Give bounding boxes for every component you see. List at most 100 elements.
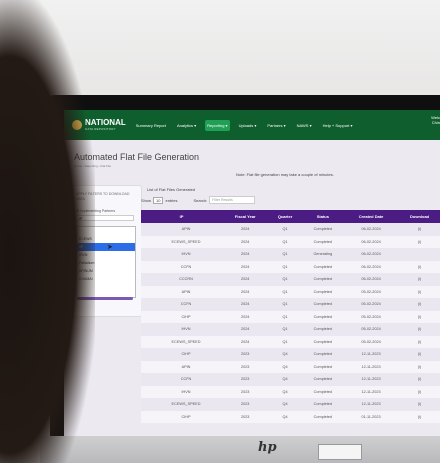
table-header-row: IP Fiscal Year Quarter Status Created Da… xyxy=(141,210,440,223)
table-controls: Show 10 entries Search: Filter Results xyxy=(141,196,256,204)
col-download[interactable]: Download xyxy=(398,210,440,223)
table-cell: IHVN xyxy=(141,323,223,336)
table-cell: 12-11-2023 xyxy=(343,373,399,386)
nav-naws[interactable]: NAWS ▾ xyxy=(295,120,314,131)
monitor-chin xyxy=(40,436,440,463)
table-cell: Completed xyxy=(301,348,344,361)
table-cell: Completed xyxy=(301,323,344,336)
mouse-cursor-icon: ➤ xyxy=(107,244,113,251)
download-link[interactable]: (i) xyxy=(398,398,440,411)
user-greeting[interactable]: Welc Chin xyxy=(431,115,440,125)
col-created-date[interactable]: Created Date xyxy=(343,210,399,223)
table-cell: Completed xyxy=(301,285,344,298)
table-row: IHVN 2024 Q1 Generating 06-02-2024 xyxy=(141,248,440,261)
download-link[interactable]: (i) xyxy=(398,310,440,323)
download-link[interactable]: (i) xyxy=(398,273,440,286)
show-label: Show xyxy=(141,197,152,203)
col-quarter[interactable]: Quarter xyxy=(268,210,302,223)
download-link[interactable]: (i) xyxy=(398,335,440,348)
download-link[interactable]: (i) xyxy=(398,385,440,398)
list-title: List of Flat Files Generated xyxy=(147,187,196,192)
table-cell: Completed xyxy=(301,410,344,423)
table-cell: CCFN xyxy=(141,373,223,386)
table-cell: 2024 xyxy=(222,260,269,273)
table-cell: 06-02-2024 xyxy=(343,273,399,286)
table-cell: 12-11-2023 xyxy=(343,360,399,373)
table-cell: ECEWS_SPEED xyxy=(141,335,223,348)
table-cell: 05-02-2024 xyxy=(343,310,399,323)
nav-partners[interactable]: Partners ▾ xyxy=(265,120,287,131)
col-status[interactable]: Status xyxy=(301,210,344,223)
download-link[interactable]: (i) xyxy=(398,235,440,248)
download-link[interactable]: (i) xyxy=(398,298,440,311)
download-link[interactable]: (i) xyxy=(398,360,440,373)
table-cell: Q1 xyxy=(268,273,302,286)
table-cell: Completed xyxy=(301,235,344,248)
table-row: APIN 2024 Q1 Completed 06-02-2024 (i) xyxy=(141,223,440,236)
table-row: CIHP 2023 Q4 Completed 01-11-2023 (i) xyxy=(141,410,440,423)
table-cell: Completed xyxy=(301,273,344,286)
search-input[interactable]: Filter Results xyxy=(209,196,256,204)
col-ip[interactable]: IP xyxy=(141,210,223,223)
table-cell: Generating xyxy=(301,248,344,261)
table-cell: Completed xyxy=(301,260,344,273)
table-cell: 2023 xyxy=(222,360,269,373)
download-link[interactable]: (i) xyxy=(398,410,440,423)
table-cell: 2024 xyxy=(222,335,269,348)
table-cell: Completed xyxy=(301,310,344,323)
table-cell: ECEWS_SPEED xyxy=(141,235,223,248)
download-link[interactable]: (i) xyxy=(398,323,440,336)
table-cell: 2023 xyxy=(222,348,269,361)
table-cell: IHVN xyxy=(141,385,223,398)
table-cell: Q4 xyxy=(268,398,302,411)
table-cell: APIN xyxy=(141,360,223,373)
download-link[interactable]: (i) xyxy=(398,285,440,298)
table-cell: 2024 xyxy=(222,298,269,311)
table-cell: Q1 xyxy=(268,310,302,323)
main-nav: Summary Report Analytics ▾ Reporting ▾ U… xyxy=(134,119,355,131)
table-cell: Completed xyxy=(301,223,344,236)
table-cell: 05-02-2024 xyxy=(343,298,399,311)
nav-summary-report[interactable]: Summary Report xyxy=(134,120,168,131)
table-cell: 06-02-2024 xyxy=(343,223,399,236)
nav-help-support[interactable]: Help + Support ▾ xyxy=(321,120,355,131)
table-cell: 06-02-2024 xyxy=(343,260,399,273)
nav-reporting[interactable]: Reporting ▾ xyxy=(205,119,230,131)
table-row: ECEWS_SPEED 2023 Q4 Completed 12-11-2023 (i) xyxy=(141,398,440,411)
person-head-silhouette xyxy=(0,0,95,463)
entries-select[interactable]: 10 xyxy=(153,196,164,204)
table-cell: 05-02-2024 xyxy=(343,323,399,336)
top-navbar: NATIONAL DATA REPOSITORY Summary Report … xyxy=(64,110,440,140)
download-link[interactable] xyxy=(398,248,440,261)
table-cell: CCFN xyxy=(141,260,223,273)
barcode-sticker xyxy=(318,444,362,460)
table-cell: 2024 xyxy=(222,273,269,286)
table-cell: Completed xyxy=(301,298,344,311)
table-row: CCFN 2024 Q1 Completed 06-02-2024 (i) xyxy=(141,260,440,273)
entries-label: entries xyxy=(165,197,178,203)
table-cell: Completed xyxy=(301,335,344,348)
nav-uploads[interactable]: Uploads ▾ xyxy=(237,120,259,131)
table-cell: 2024 xyxy=(222,248,269,261)
table-cell: 2024 xyxy=(222,285,269,298)
table-cell: 2023 xyxy=(222,385,269,398)
table-cell: CCFN xyxy=(141,298,223,311)
nav-analytics[interactable]: Analytics ▾ xyxy=(175,120,198,131)
download-link[interactable]: (i) xyxy=(398,348,440,361)
table-cell: ECEWS_SPEED xyxy=(141,398,223,411)
table-cell: APIN xyxy=(141,223,223,236)
table-cell: Q1 xyxy=(268,235,302,248)
table-cell: 06-02-2024 xyxy=(343,248,399,261)
table-cell: APIN xyxy=(141,285,223,298)
download-link[interactable]: (i) xyxy=(398,223,440,236)
table-row: CCCRN 2024 Q1 Completed 06-02-2024 (i) xyxy=(141,273,440,286)
table-cell: 12-11-2023 xyxy=(343,348,399,361)
table-cell: Q4 xyxy=(268,348,302,361)
table-cell: IHVN xyxy=(141,248,223,261)
col-fiscal-year[interactable]: Fiscal Year xyxy=(222,210,269,223)
download-link[interactable]: (i) xyxy=(398,260,440,273)
table-cell: CCCRN xyxy=(141,273,223,286)
download-link[interactable]: (i) xyxy=(398,373,440,386)
table-cell: 12-11-2023 xyxy=(343,398,399,411)
table-cell: 2024 xyxy=(222,223,269,236)
